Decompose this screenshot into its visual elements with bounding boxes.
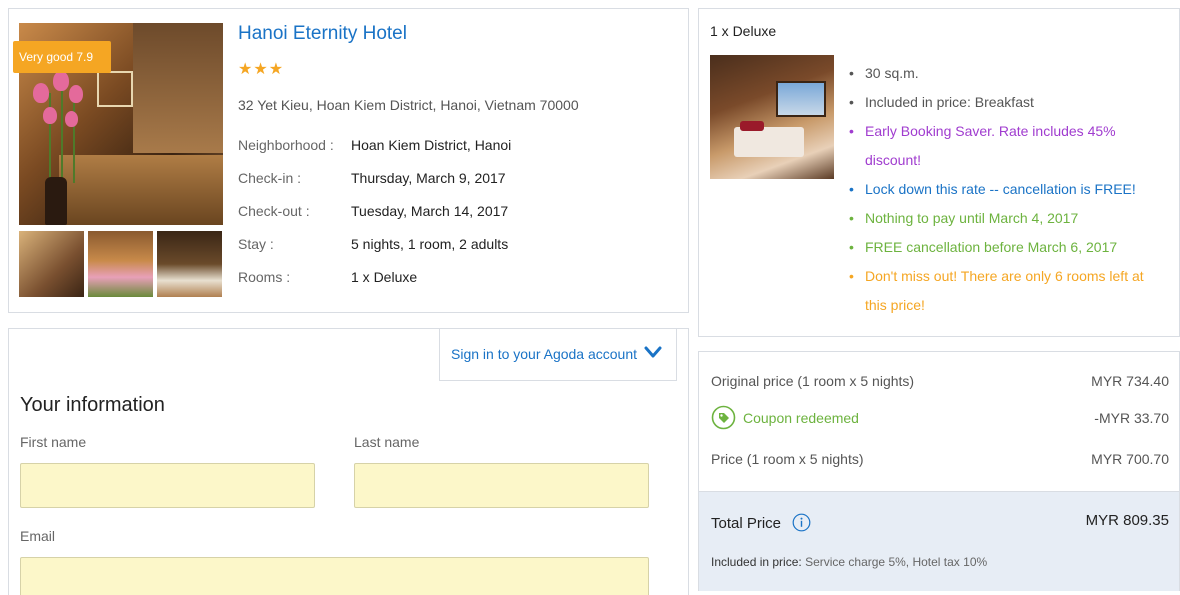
coupon-value: -MYR 33.70 xyxy=(1094,410,1169,426)
hotel-thumbnail-strip xyxy=(19,231,223,297)
hotel-name-link[interactable]: Hanoi Eternity Hotel xyxy=(238,23,407,45)
original-price-label: Original price (1 room x 5 nights) xyxy=(711,373,915,389)
price-value: MYR 700.70 xyxy=(1091,451,1169,467)
coupon-tag-icon xyxy=(711,405,736,430)
total-price-label: Total Price xyxy=(711,515,782,532)
hotel-thumbnail[interactable] xyxy=(157,231,222,297)
room-photo[interactable] xyxy=(710,55,834,179)
detail-label: Neighborhood : xyxy=(238,137,334,153)
room-feature-item: Lock down this rate -- cancellation is F… xyxy=(847,175,1167,204)
room-feature-item: FREE cancellation before March 6, 2017 xyxy=(847,233,1167,262)
photo-wall xyxy=(133,23,223,153)
chevron-down-icon[interactable] xyxy=(644,345,662,359)
coupon-label: Coupon redeemed xyxy=(743,410,859,426)
hotel-thumbnail[interactable] xyxy=(19,231,84,297)
detail-value: 1 x Deluxe xyxy=(351,269,418,285)
detail-value: Hoan Kiem District, Hanoi xyxy=(351,137,512,153)
photo-flower xyxy=(43,107,57,124)
detail-value: Thursday, March 9, 2017 xyxy=(351,170,506,186)
included-in-price: Included in price: Service charge 5%, Ho… xyxy=(711,555,987,569)
hotel-address: 32 Yet Kieu, Hoan Kiem District, Hanoi, … xyxy=(238,97,579,113)
photo-bed xyxy=(734,127,804,157)
room-feature-item: Don't miss out! There are only 6 rooms l… xyxy=(847,262,1167,320)
last-name-input[interactable] xyxy=(354,463,649,508)
photo-flower xyxy=(33,83,49,103)
signin-dropdown[interactable]: Sign in to your Agoda account xyxy=(439,329,677,381)
detail-value: Tuesday, March 14, 2017 xyxy=(351,203,509,219)
email-input[interactable] xyxy=(20,557,649,595)
room-feature-item: Nothing to pay until March 4, 2017 xyxy=(847,204,1167,233)
hotel-summary-card: Very good 7.9 Hanoi Eternity Hotel ★★★ 3… xyxy=(8,8,689,313)
detail-value: 5 nights, 1 room, 2 adults xyxy=(351,236,509,252)
room-summary-card: 1 x Deluxe 30 sq.m. Included in price: B… xyxy=(698,8,1180,337)
info-icon[interactable] xyxy=(792,513,811,532)
original-price-value: MYR 734.40 xyxy=(1091,373,1169,389)
detail-label: Check-in : xyxy=(238,170,302,186)
detail-label: Stay : xyxy=(238,236,274,252)
photo-flower-stem xyxy=(61,83,63,183)
detail-label: Check-out : xyxy=(238,203,310,219)
price-label: Price (1 room x 5 nights) xyxy=(711,451,864,467)
guest-info-form: Sign in to your Agoda account Your infor… xyxy=(8,328,689,595)
photo-vase xyxy=(45,177,67,225)
photo-window xyxy=(776,81,826,117)
photo-hotel-logo xyxy=(97,71,133,107)
total-price-value: MYR 809.35 xyxy=(1085,512,1169,529)
photo-flower xyxy=(53,71,69,91)
room-title: 1 x Deluxe xyxy=(710,23,777,39)
signin-link[interactable]: Sign in to your Agoda account xyxy=(451,346,637,362)
detail-label: Rooms : xyxy=(238,269,291,285)
total-price-block: Total Price MYR 809.35 Included in price… xyxy=(699,491,1179,591)
photo-reception-desk xyxy=(59,155,223,225)
photo-flower xyxy=(65,111,78,127)
form-title: Your information xyxy=(20,394,165,416)
included-value: Service charge 5%, Hotel tax 10% xyxy=(801,555,988,569)
email-label: Email xyxy=(20,528,56,544)
photo-pillow xyxy=(740,121,764,131)
included-label: Included in price: xyxy=(711,555,802,569)
star-rating: ★★★ xyxy=(238,61,285,78)
room-feature-item: 30 sq.m. xyxy=(847,59,1167,88)
photo-flower xyxy=(69,85,83,103)
room-feature-item: Included in price: Breakfast xyxy=(847,88,1167,117)
first-name-label: First name xyxy=(20,434,87,450)
hotel-thumbnail[interactable] xyxy=(88,231,153,297)
first-name-input[interactable] xyxy=(20,463,315,508)
room-feature-item: Early Booking Saver. Rate includes 45% d… xyxy=(847,117,1167,175)
room-features-list: 30 sq.m. Included in price: Breakfast Ea… xyxy=(847,59,1167,320)
last-name-label: Last name xyxy=(354,434,420,450)
review-score-badge: Very good 7.9 xyxy=(13,41,111,73)
price-summary-card: Original price (1 room x 5 nights) MYR 7… xyxy=(698,351,1180,591)
